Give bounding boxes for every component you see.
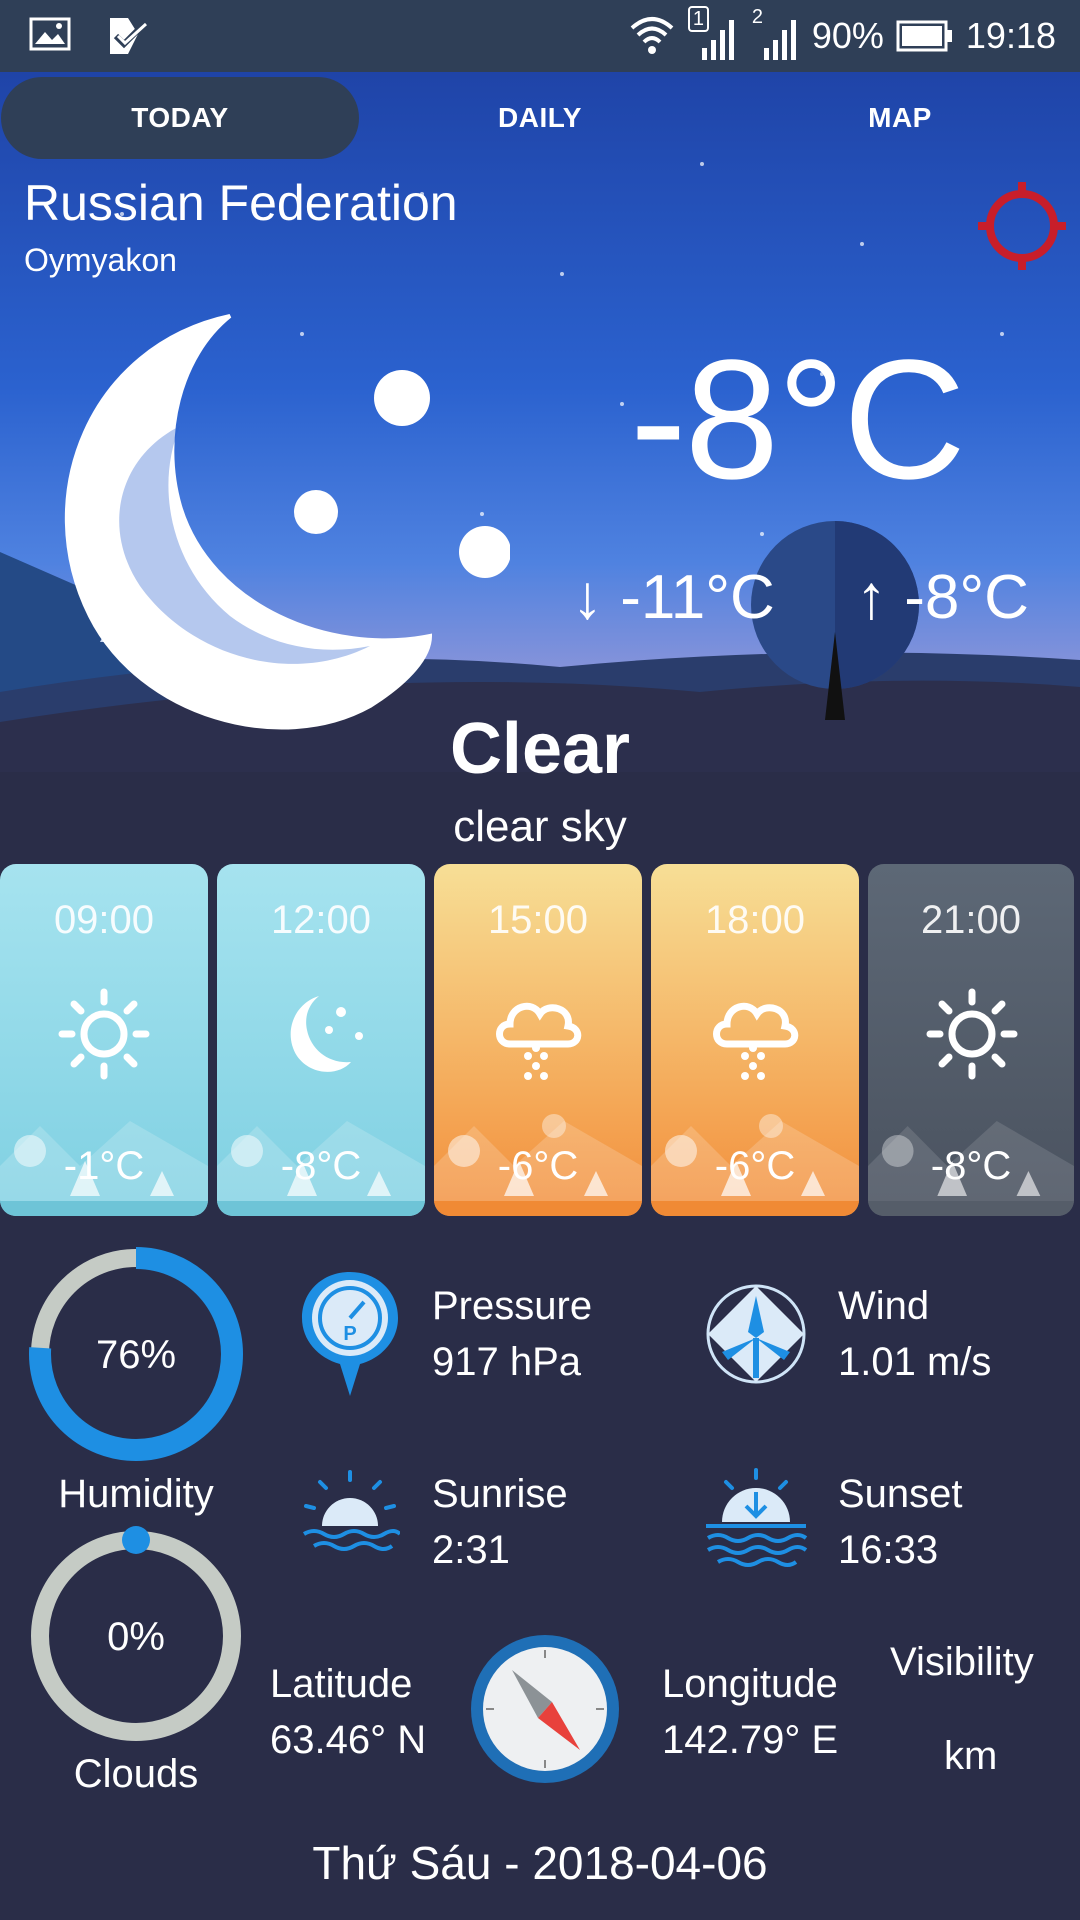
compass-icon bbox=[471, 1635, 619, 1783]
hourly-temp: -8°C bbox=[280, 1144, 362, 1188]
hourly-card[interactable]: 09:00 -1°C bbox=[0, 864, 208, 1216]
check-notification-icon bbox=[110, 18, 149, 54]
status-bar: 1 2 90% 19:18 bbox=[0, 0, 1080, 72]
sunrise-label: Sunrise bbox=[432, 1472, 568, 1516]
battery-percent: 90% bbox=[811, 15, 884, 56]
hourly-card[interactable]: 12:00 -8°C bbox=[217, 864, 425, 1216]
hourly-time: 09:00 bbox=[53, 898, 155, 942]
clouds-indicator bbox=[122, 1526, 150, 1554]
sun-icon bbox=[926, 988, 1018, 1080]
hourly-card[interactable]: 15:00 -6°C bbox=[434, 864, 642, 1216]
pressure-label: Pressure bbox=[432, 1284, 593, 1328]
gallery-icon bbox=[29, 17, 71, 51]
city-name: Oymyakon bbox=[24, 242, 177, 278]
country-name: Russian Federation bbox=[24, 175, 458, 231]
latitude-label: Latitude bbox=[270, 1662, 413, 1706]
wifi-icon bbox=[630, 17, 674, 54]
tab-bar: TODAY DAILY MAP bbox=[0, 77, 1080, 159]
tab-daily[interactable]: DAILY bbox=[360, 77, 720, 159]
humidity-ring: 76% bbox=[29, 1247, 243, 1461]
hourly-temp: -1°C bbox=[63, 1144, 145, 1188]
signal-sim2-icon: 2 bbox=[750, 6, 800, 62]
wind-label: Wind bbox=[838, 1284, 930, 1328]
hourly-time: 18:00 bbox=[704, 898, 806, 942]
snow-cloud-icon bbox=[713, 1002, 799, 1080]
svg-text:P: P bbox=[343, 1323, 356, 1345]
hourly-time: 15:00 bbox=[487, 898, 589, 942]
clouds-ring: 0% bbox=[31, 1526, 241, 1741]
battery-icon bbox=[896, 20, 952, 52]
latitude-value: 63.46° N bbox=[270, 1718, 427, 1762]
sunset-icon bbox=[706, 1468, 808, 1567]
hourly-temp: -6°C bbox=[714, 1144, 796, 1188]
hourly-card[interactable]: 18:00 -6°C bbox=[651, 864, 859, 1216]
signal-sim1-icon: 1 bbox=[687, 6, 738, 62]
visibility-value: km bbox=[944, 1734, 998, 1778]
clouds-value: 0% bbox=[107, 1615, 165, 1659]
sunrise-value: 2:31 bbox=[432, 1528, 510, 1572]
wind-value: 1.01 m/s bbox=[838, 1340, 992, 1384]
pressure-gauge-icon: P bbox=[302, 1272, 398, 1396]
moon-icon bbox=[290, 996, 363, 1072]
tab-map[interactable]: MAP bbox=[720, 77, 1080, 159]
tab-today[interactable]: TODAY bbox=[1, 77, 359, 159]
condition-title: Clear bbox=[449, 709, 631, 789]
sunrise-icon bbox=[302, 1470, 400, 1551]
hourly-time: 21:00 bbox=[920, 898, 1022, 942]
sunset-label: Sunset bbox=[838, 1472, 963, 1516]
longitude-label: Longitude bbox=[662, 1662, 838, 1706]
clock: 19:18 bbox=[965, 15, 1056, 56]
wind-turbine-icon bbox=[706, 1284, 806, 1384]
moon-icon bbox=[65, 314, 510, 730]
hourly-time: 12:00 bbox=[270, 898, 372, 942]
longitude-value: 142.79° E bbox=[662, 1718, 839, 1762]
date-label: Thứ Sáu - 2018-04-06 bbox=[312, 1837, 768, 1889]
clouds-label: Clouds bbox=[73, 1752, 199, 1796]
visibility-label: Visibility bbox=[890, 1640, 1034, 1684]
sunset-value: 16:33 bbox=[838, 1528, 939, 1572]
condition-description: clear sky bbox=[453, 802, 627, 851]
snow-cloud-icon bbox=[496, 1002, 582, 1080]
min-temperature: ↓ -11°C bbox=[572, 563, 775, 632]
humidity-label: Humidity bbox=[58, 1472, 214, 1516]
hourly-temp: -8°C bbox=[930, 1144, 1012, 1188]
hourly-card[interactable]: 21:00 -8°C bbox=[868, 864, 1074, 1216]
sun-icon bbox=[58, 988, 150, 1080]
current-temperature: -8°C bbox=[630, 325, 966, 515]
locate-target-icon[interactable] bbox=[974, 178, 1070, 274]
hourly-temp: -6°C bbox=[497, 1144, 579, 1188]
pressure-value: 917 hPa bbox=[432, 1340, 582, 1384]
hourly-forecast: 09:00 -1°C 12:00 -8°C 15:00 -6°C 18:00 -… bbox=[0, 864, 1080, 1216]
hero-section: TODAY DAILY MAP Russian Federation Oymya… bbox=[0, 72, 1080, 772]
max-temperature: ↑ -8°C bbox=[856, 563, 1029, 632]
humidity-value: 76% bbox=[96, 1333, 176, 1377]
